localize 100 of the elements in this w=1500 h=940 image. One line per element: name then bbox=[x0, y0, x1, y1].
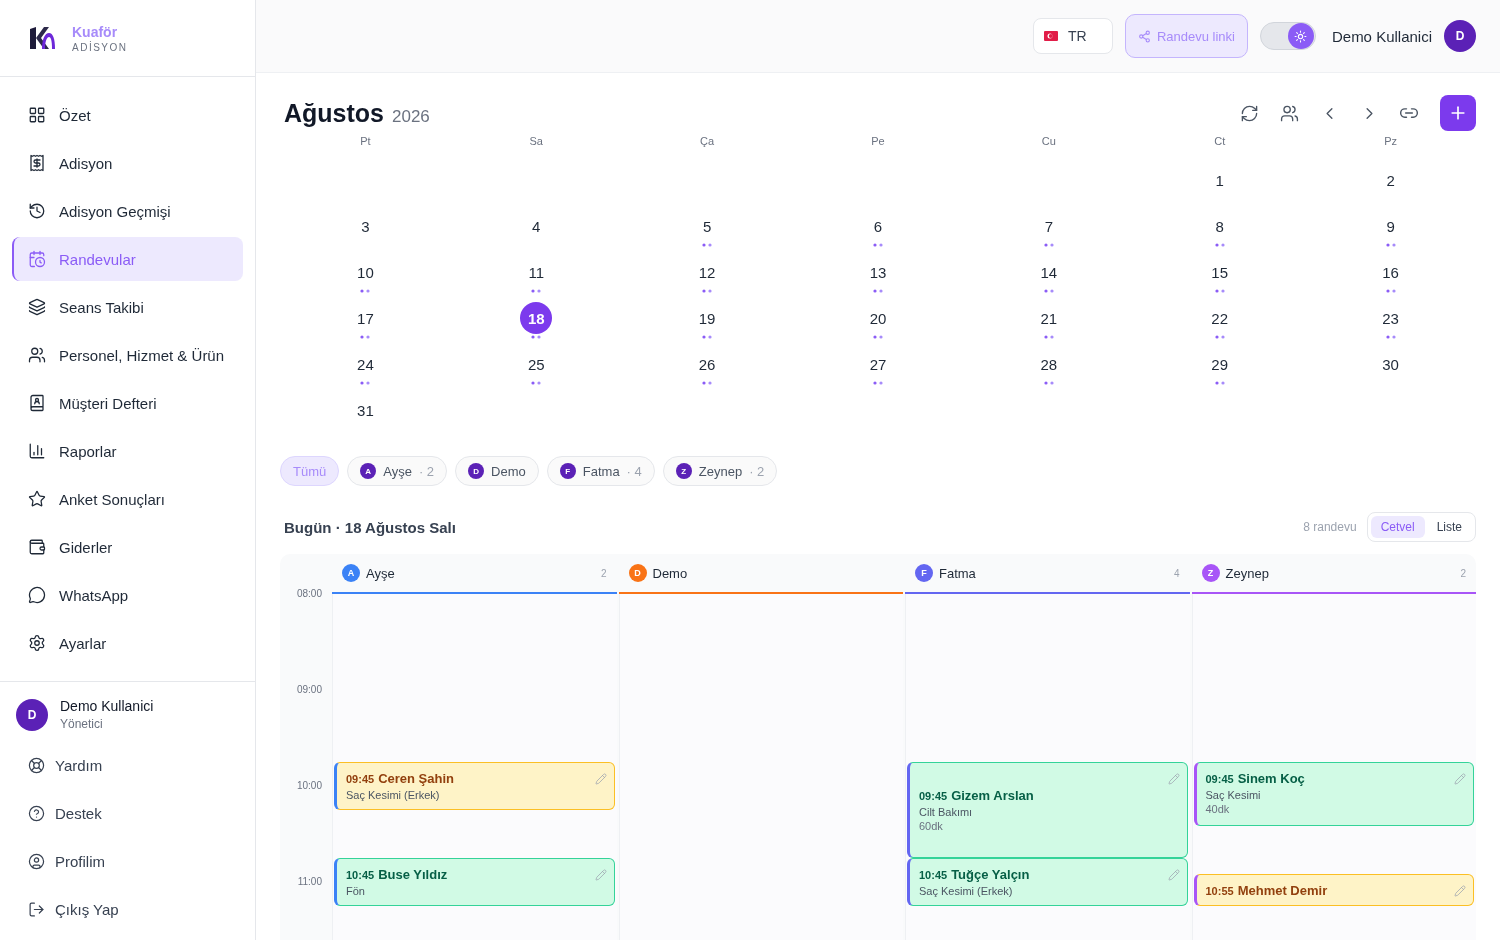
appointment-card[interactable]: 10:45 Tuğçe Yalçın Saç Kesimi (Erkek) bbox=[907, 858, 1188, 906]
appointment-card[interactable]: 09:45 Sinem Koç Saç Kesimi 40dk bbox=[1193, 762, 1474, 826]
weekday-label: Pt bbox=[360, 135, 371, 147]
user-role: Yönetici bbox=[60, 717, 104, 731]
calendar-day[interactable]: 21 bbox=[1032, 302, 1065, 334]
calendar-day[interactable]: 3 bbox=[349, 210, 382, 242]
nav-item[interactable]: Özet bbox=[12, 93, 243, 137]
calendar-day[interactable]: 24 bbox=[349, 348, 382, 380]
year-label: 2026 bbox=[392, 106, 430, 127]
calendar-day[interactable]: 23 bbox=[1374, 302, 1407, 334]
calendar-day[interactable]: 22 bbox=[1203, 302, 1236, 334]
sun-icon bbox=[1294, 29, 1308, 43]
staff-avatar: F bbox=[559, 463, 576, 479]
calendar-day[interactable]: 6 bbox=[862, 210, 894, 242]
logo-icon bbox=[28, 25, 56, 51]
edit-icon[interactable] bbox=[1454, 885, 1466, 897]
nav-item[interactable]: Müşteri Defteri bbox=[12, 381, 243, 425]
edit-icon[interactable] bbox=[594, 869, 607, 881]
appointment-card[interactable]: 10:45 Buse Yıldız Fön bbox=[334, 858, 615, 906]
calendar-day[interactable]: 8 bbox=[1203, 210, 1236, 242]
calendar-day[interactable]: 28 bbox=[1032, 348, 1065, 380]
appointment-time: 09:45 bbox=[1205, 773, 1234, 785]
client-name: Sinem Koç bbox=[1237, 771, 1305, 786]
edit-icon[interactable] bbox=[1167, 773, 1180, 785]
appointment-count: 8 randevu bbox=[1303, 520, 1357, 534]
client-name: Ceren Şahin bbox=[378, 771, 454, 786]
calendar-day[interactable]: 26 bbox=[691, 348, 724, 380]
calendar-day[interactable]: 7 bbox=[1032, 210, 1065, 242]
staff-name: Demo bbox=[652, 565, 688, 581]
chip-count: · 2 bbox=[418, 463, 435, 479]
nav-item[interactable]: WhatsApp bbox=[12, 573, 243, 617]
hour-label: 11:00 bbox=[297, 876, 322, 887]
user-avatar: D bbox=[16, 698, 48, 731]
staff-name: Ayşe bbox=[366, 565, 395, 581]
edit-icon[interactable] bbox=[594, 773, 607, 785]
settings-icon bbox=[28, 634, 46, 652]
calendar-day[interactable]: 12 bbox=[691, 256, 724, 288]
appointment-time: 09:45 bbox=[346, 773, 375, 785]
staff-avatar: A bbox=[342, 564, 360, 582]
brand-name: Kuaför bbox=[72, 23, 119, 40]
sidebar-link[interactable]: Destek bbox=[0, 789, 255, 837]
service-name: Fön bbox=[346, 885, 366, 897]
nav-item[interactable]: Personel, Hizmet & Ürün bbox=[12, 333, 243, 377]
hour-label: 09:00 bbox=[296, 684, 322, 695]
add-button[interactable] bbox=[1440, 95, 1476, 131]
lifebuoy-icon bbox=[28, 756, 45, 774]
calendar-day[interactable]: 4 bbox=[520, 210, 553, 242]
nav-item[interactable]: Adisyon bbox=[12, 141, 243, 185]
language-button[interactable]: TR bbox=[1032, 18, 1113, 54]
edit-icon[interactable] bbox=[1454, 773, 1466, 785]
day-title: Bugün · 18 Ağustos Salı bbox=[284, 518, 456, 536]
calendar-day[interactable]: 5 bbox=[691, 210, 724, 242]
edit-icon[interactable] bbox=[1167, 869, 1180, 881]
contact-book-icon bbox=[28, 394, 46, 412]
nav-item[interactable]: Seans Takibi bbox=[12, 285, 243, 329]
calendar-day[interactable]: 15 bbox=[1203, 256, 1236, 288]
calendar-day[interactable]: 18 bbox=[520, 302, 553, 334]
calendar-day[interactable]: 27 bbox=[862, 348, 894, 380]
nav-item[interactable]: Anket Sonuçları bbox=[12, 477, 243, 521]
calendar-day[interactable]: 19 bbox=[691, 302, 724, 334]
layers-icon bbox=[28, 298, 46, 316]
calendar-day[interactable]: 9 bbox=[1374, 210, 1407, 242]
nav-item[interactable]: Ayarlar bbox=[12, 621, 243, 665]
sidebar-link[interactable]: Yardım bbox=[0, 741, 255, 789]
calendar-day[interactable]: 11 bbox=[520, 256, 553, 288]
nav-item[interactable]: Randevular bbox=[12, 237, 243, 281]
theme-toggle[interactable] bbox=[1259, 22, 1316, 50]
calendar-day[interactable]: 20 bbox=[862, 302, 894, 334]
filter-chip[interactable]: A Ayşe · 2 bbox=[347, 456, 448, 486]
appointment-card[interactable]: 10:55 Mehmet Demir bbox=[1193, 874, 1474, 906]
calendar-day[interactable]: 13 bbox=[862, 256, 894, 288]
staff-avatar: F bbox=[915, 564, 933, 582]
calendar-day[interactable]: 14 bbox=[1032, 256, 1065, 288]
calendar-day[interactable]: 10 bbox=[349, 256, 382, 288]
calendar-day[interactable]: 25 bbox=[520, 348, 553, 380]
client-name: Mehmet Demir bbox=[1237, 883, 1328, 898]
duration-label: 40dk bbox=[1205, 803, 1231, 815]
client-name: Tuğçe Yalçın bbox=[951, 867, 1030, 882]
calendar-day[interactable]: 31 bbox=[349, 394, 382, 426]
filter-chip[interactable]: D Demo bbox=[455, 456, 539, 486]
calendar-day[interactable]: 29 bbox=[1203, 348, 1236, 380]
calendar-day[interactable]: 30 bbox=[1374, 348, 1407, 380]
view-tab[interactable]: Liste bbox=[1426, 516, 1472, 538]
sidebar-link[interactable]: Çıkış Yap bbox=[0, 885, 255, 933]
share-icon bbox=[1137, 29, 1151, 43]
appointment-card[interactable]: 09:45 Gizem Arslan Cilt Bakımı 60dk bbox=[907, 762, 1188, 858]
nav-item[interactable]: Giderler bbox=[12, 525, 243, 569]
sidebar-link[interactable]: Profilim bbox=[0, 837, 255, 885]
appointment-card[interactable]: 09:45 Ceren Şahin Saç Kesimi (Erkek) bbox=[334, 762, 615, 810]
chip-label: Demo bbox=[491, 463, 526, 479]
refresh-icon bbox=[1239, 103, 1259, 123]
nav-item[interactable]: Adisyon Geçmişi bbox=[12, 189, 243, 233]
view-tab[interactable]: Cetvel bbox=[1370, 516, 1425, 538]
calendar-day[interactable]: 2 bbox=[1374, 164, 1407, 196]
filter-chip[interactable]: F Fatma · 4 bbox=[546, 456, 655, 486]
nav-item[interactable]: Raporlar bbox=[12, 429, 243, 473]
calendar-day[interactable]: 1 bbox=[1203, 164, 1236, 196]
filter-chip[interactable]: Z Zeynep · 2 bbox=[662, 456, 778, 486]
calendar-day[interactable]: 16 bbox=[1374, 256, 1407, 288]
calendar-day[interactable]: 17 bbox=[349, 302, 382, 334]
